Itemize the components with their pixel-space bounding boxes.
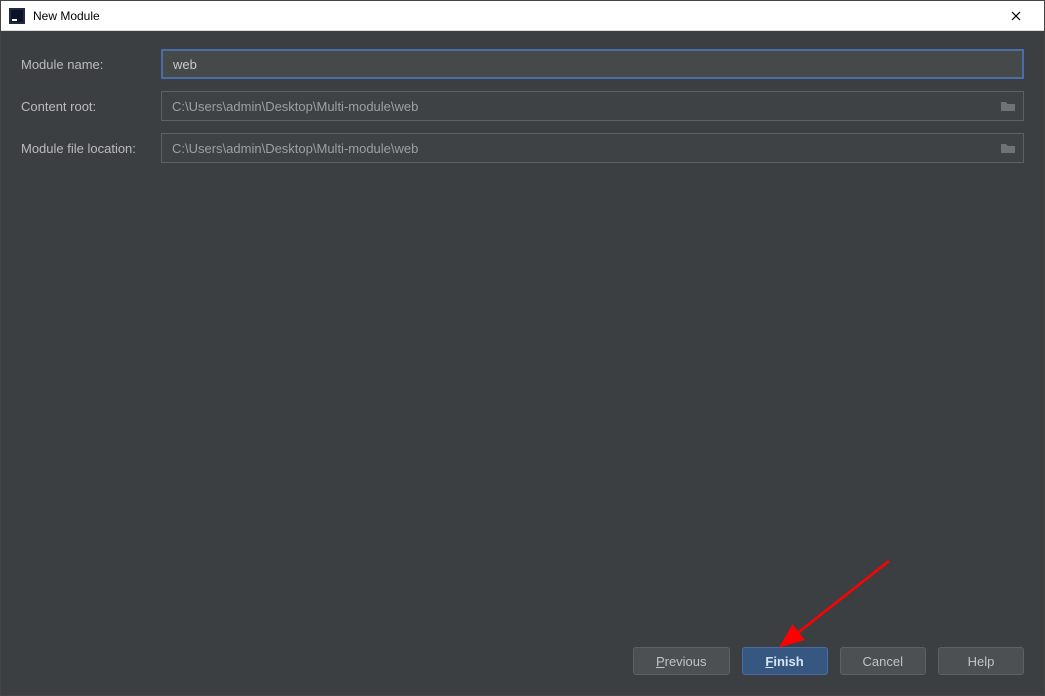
finish-button[interactable]: Finish [742,647,828,675]
previous-button[interactable]: Previous [633,647,730,675]
cancel-button[interactable]: Cancel [840,647,926,675]
module-file-location-row: Module file location: [21,133,1024,163]
module-name-label: Module name: [21,57,161,72]
help-button[interactable]: Help [938,647,1024,675]
titlebar: New Module [1,1,1044,31]
window-title: New Module [33,9,100,23]
client-area: Module name: Content root: [1,31,1044,695]
content-root-input[interactable] [161,91,1024,121]
module-file-location-label: Module file location: [21,141,161,156]
intellij-icon [9,8,25,24]
module-file-location-input[interactable] [161,133,1024,163]
content-root-label: Content root: [21,99,161,114]
module-name-row: Module name: [21,49,1024,79]
browse-content-root-icon[interactable] [998,96,1018,116]
content-root-row: Content root: [21,91,1024,121]
browse-module-file-location-icon[interactable] [998,138,1018,158]
dialog-button-row: Previous Finish Cancel Help [633,647,1024,675]
new-module-dialog: New Module Module name: Content root: [0,0,1045,696]
module-name-input[interactable] [161,49,1024,79]
close-icon[interactable] [994,2,1038,30]
form: Module name: Content root: [1,31,1044,175]
